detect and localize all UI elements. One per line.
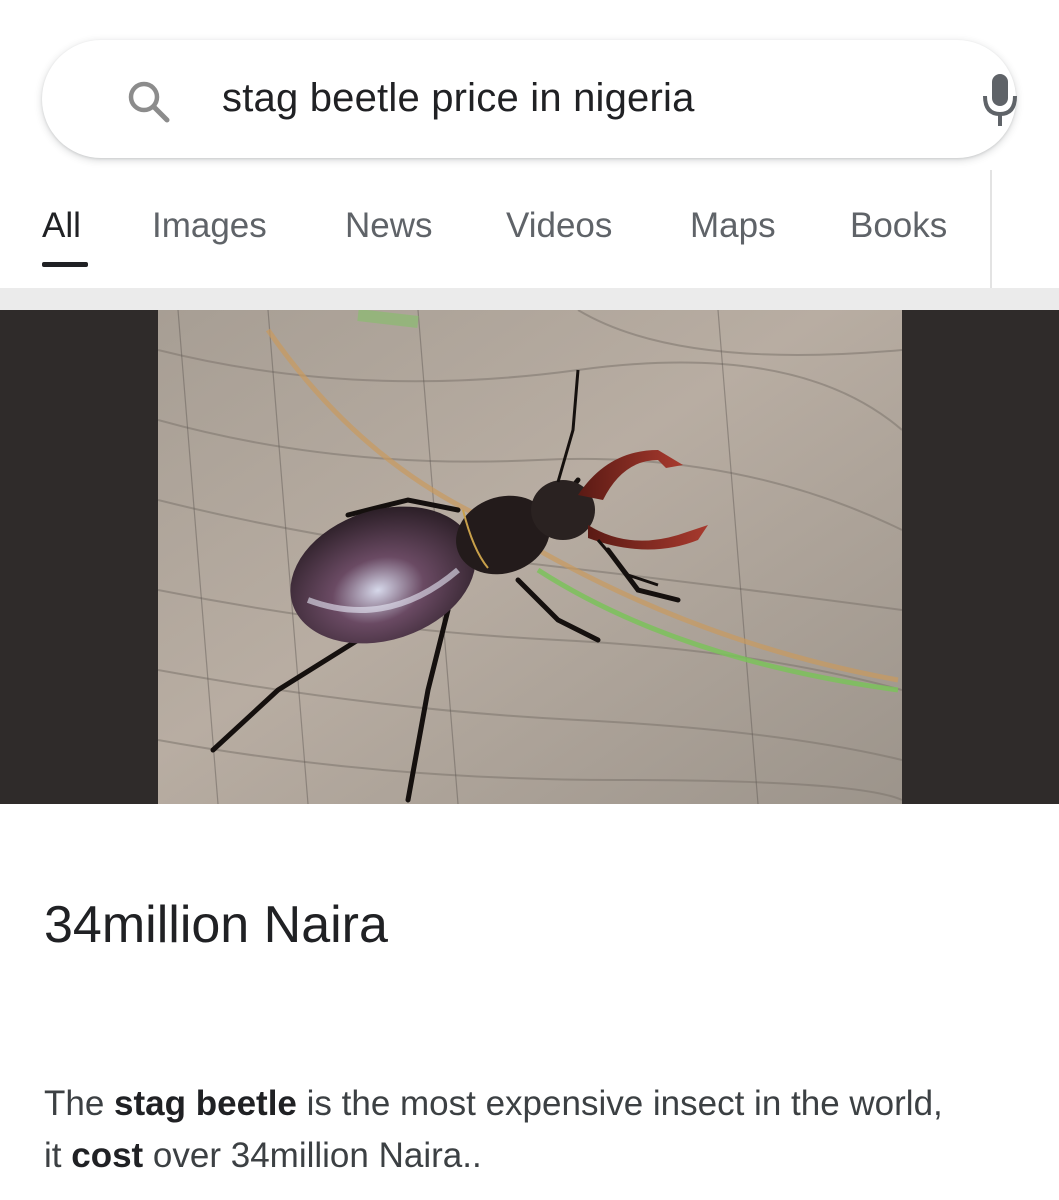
snippet-bold-text: cost: [71, 1136, 144, 1175]
section-divider: [0, 288, 1059, 310]
tabs-divider: [990, 170, 992, 288]
snippet-text: The: [44, 1084, 115, 1123]
tab-images[interactable]: Images: [152, 206, 267, 246]
tab-maps[interactable]: Maps: [690, 206, 776, 246]
tab-videos[interactable]: Videos: [506, 206, 612, 246]
result-snippet: The stag beetle is the most expensive in…: [44, 1078, 1034, 1182]
search-box[interactable]: stag beetle price in nigeria: [42, 40, 1017, 158]
search-icon[interactable]: [124, 77, 174, 127]
tab-all[interactable]: All: [42, 206, 81, 246]
snippet-text: is the most expensive insect in the worl…: [296, 1084, 943, 1123]
search-tabs: All Images News Videos Maps Books: [0, 170, 1059, 290]
snippet-text: it: [44, 1136, 72, 1175]
snippet-text: over 34million Naira..: [143, 1136, 482, 1175]
featured-answer: 34million Naira: [44, 896, 388, 954]
result-image-container[interactable]: [0, 310, 1059, 804]
snippet-bold-text: stag beetle: [114, 1084, 297, 1123]
tab-books[interactable]: Books: [850, 206, 947, 246]
tab-news[interactable]: News: [345, 206, 433, 246]
search-input[interactable]: stag beetle price in nigeria: [222, 76, 695, 121]
microphone-icon[interactable]: [980, 72, 1020, 128]
active-tab-indicator: [42, 262, 88, 267]
stag-beetle-photo[interactable]: [158, 310, 902, 804]
